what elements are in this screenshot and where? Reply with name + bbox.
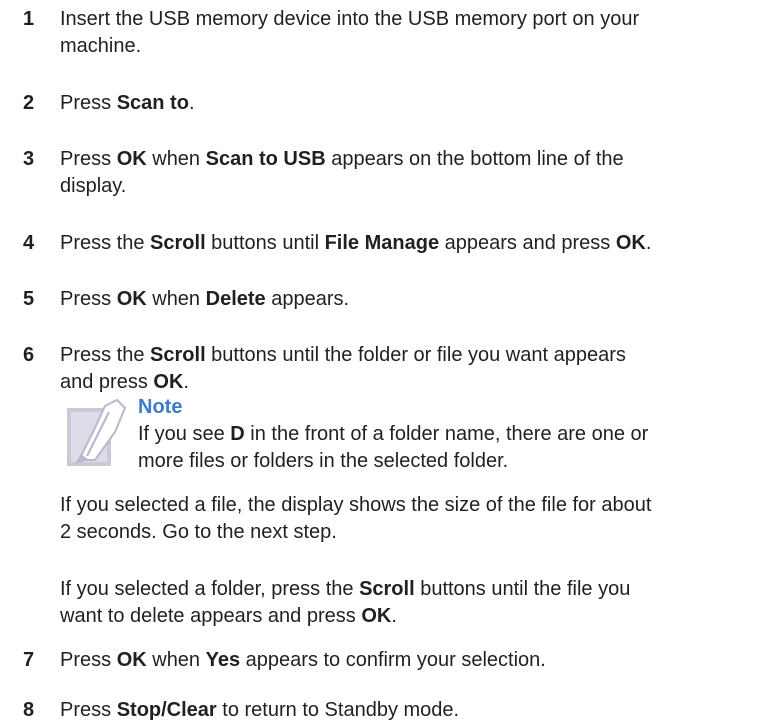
bold-term: OK bbox=[615, 232, 646, 254]
bold-term: Scan to bbox=[116, 92, 189, 114]
step-number: 2 bbox=[23, 92, 35, 114]
step-text: Press OK when Scan to USB appears on the… bbox=[60, 148, 624, 197]
step-number: 6 bbox=[23, 344, 35, 366]
step-number: 1 bbox=[23, 8, 35, 30]
bold-term: OK bbox=[116, 288, 147, 310]
bold-term: Stop/Clear bbox=[116, 699, 217, 721]
bold-term: Scan to USB bbox=[205, 148, 326, 170]
paragraph-file: If you selected a file, the display show… bbox=[60, 494, 652, 543]
step-number: 4 bbox=[23, 232, 35, 254]
bold-term: OK bbox=[116, 148, 147, 170]
step-text: Press the Scroll buttons until File Mana… bbox=[60, 232, 652, 254]
bold-term: OK bbox=[361, 605, 392, 627]
bold-term: Scroll bbox=[359, 578, 415, 600]
instruction-page: 1 Insert the USB memory device into the … bbox=[0, 0, 769, 721]
bold-term: File Manage bbox=[324, 232, 440, 254]
note-pen-icon bbox=[67, 398, 127, 466]
paragraph-folder: If you selected a folder, press the Scro… bbox=[60, 578, 631, 627]
bold-term: OK bbox=[116, 649, 147, 671]
step-number: 7 bbox=[23, 649, 35, 671]
step-text: Press the Scroll buttons until the folde… bbox=[60, 344, 626, 393]
step-number: 3 bbox=[23, 148, 35, 170]
bold-term: OK bbox=[153, 371, 184, 393]
bold-term: Scroll bbox=[150, 232, 206, 254]
step-text: Insert the USB memory device into the US… bbox=[60, 8, 640, 57]
bold-term: Delete bbox=[205, 288, 266, 310]
step-text: Press Scan to. bbox=[60, 92, 195, 114]
step-text: Press OK when Delete appears. bbox=[60, 288, 350, 310]
note-text: If you see D in the front of a folder na… bbox=[138, 423, 649, 472]
step-number: 5 bbox=[23, 288, 35, 310]
bold-term: Scroll bbox=[150, 344, 206, 366]
step-text: Press OK when Yes appears to confirm you… bbox=[60, 649, 546, 671]
bold-term: Yes bbox=[205, 649, 241, 671]
note-title: Note bbox=[138, 396, 183, 418]
bold-term: D bbox=[230, 423, 245, 445]
